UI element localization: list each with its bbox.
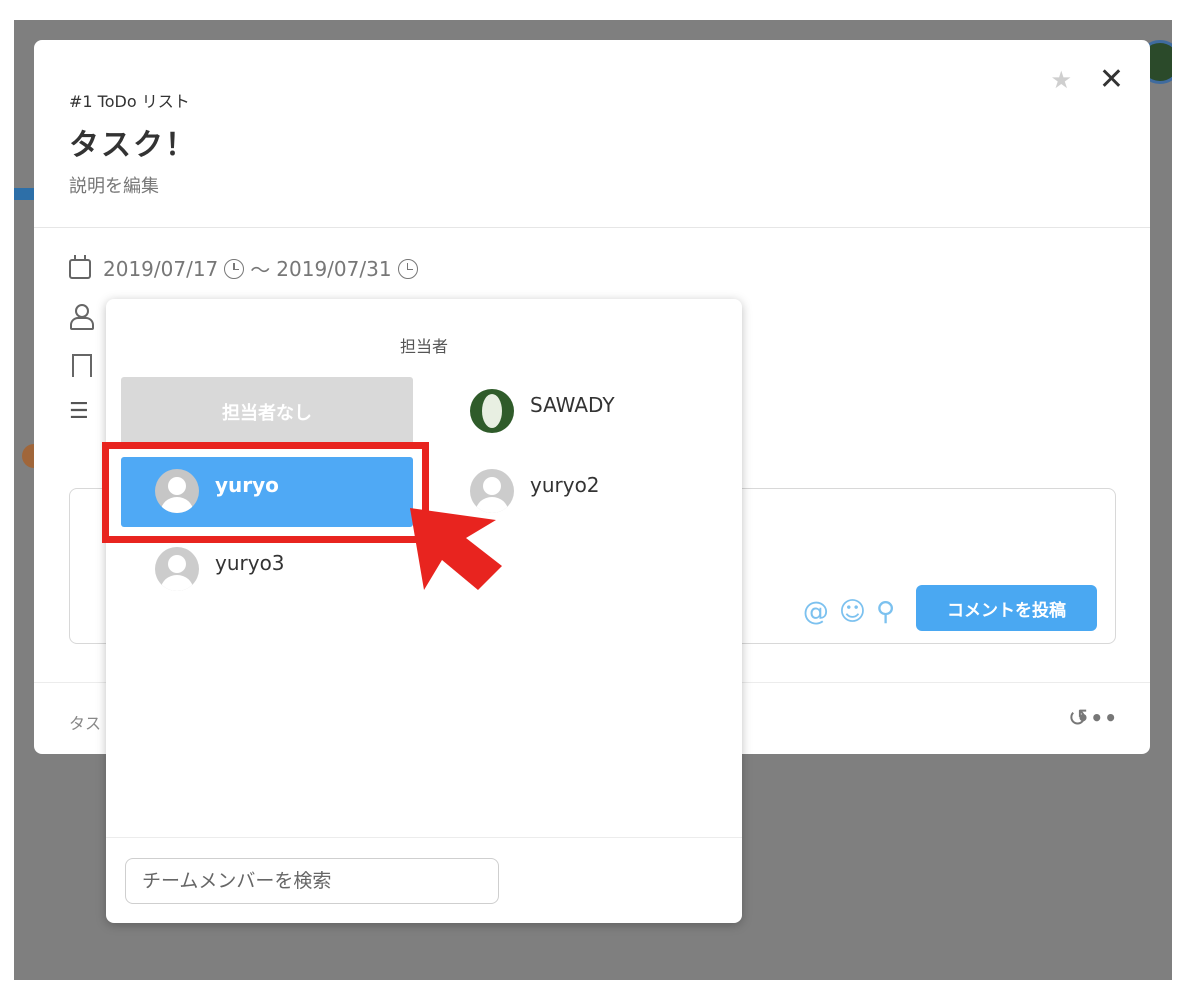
edit-description[interactable]: 説明を編集: [69, 172, 159, 198]
background-strip: [14, 188, 36, 200]
end-date[interactable]: 2019/07/31: [276, 257, 391, 281]
member-item[interactable]: yuryo3: [121, 535, 413, 605]
assignee-popover: 担当者 担当者なし SAWADY yuryo yuryo2 yuryo3: [106, 299, 742, 923]
attach-icon[interactable]: ⚲: [876, 597, 895, 627]
clock-icon[interactable]: [397, 258, 418, 279]
post-comment-button[interactable]: コメントを投稿: [916, 585, 1097, 631]
footer-text: タス: [69, 714, 102, 733]
popover-title: 担当者: [399, 337, 448, 356]
popover-divider: [106, 837, 742, 838]
member-avatar: [155, 547, 199, 591]
start-date[interactable]: 2019/07/17: [103, 257, 218, 281]
star-icon[interactable]: ★: [1050, 66, 1072, 94]
annotation-highlight-box: [102, 442, 429, 543]
list-label[interactable]: #1 ToDo リスト: [69, 88, 190, 112]
emoji-icon[interactable]: ☺: [839, 597, 866, 627]
mention-icon[interactable]: @: [803, 597, 829, 627]
more-icon[interactable]: •••: [1077, 706, 1118, 730]
date-row[interactable]: 2019/07/17 〜 2019/07/31: [69, 254, 418, 283]
clock-icon[interactable]: [224, 258, 245, 279]
no-assignee-button[interactable]: 担当者なし: [121, 377, 413, 447]
annotation-arrow-icon: [410, 508, 502, 590]
comment-tools: @ ☺ ⚲: [803, 597, 895, 627]
member-name: SAWADY: [530, 393, 615, 417]
person-icon: [69, 304, 94, 330]
date-separator: 〜: [250, 258, 271, 282]
checklist-icon: ☰: [69, 399, 89, 424]
close-icon[interactable]: ✕: [1099, 62, 1124, 97]
member-search-input[interactable]: [125, 858, 499, 904]
member-name: yuryo3: [215, 551, 285, 575]
bookmark-icon: [69, 354, 93, 378]
member-item[interactable]: SAWADY: [436, 377, 728, 447]
member-avatar: [470, 389, 514, 433]
task-title[interactable]: タスク！: [69, 120, 197, 164]
member-name: yuryo2: [530, 473, 600, 497]
calendar-icon: [69, 254, 91, 279]
modal-header: #1 ToDo リスト タスク！ 説明を編集 ★ ✕: [34, 40, 1150, 228]
